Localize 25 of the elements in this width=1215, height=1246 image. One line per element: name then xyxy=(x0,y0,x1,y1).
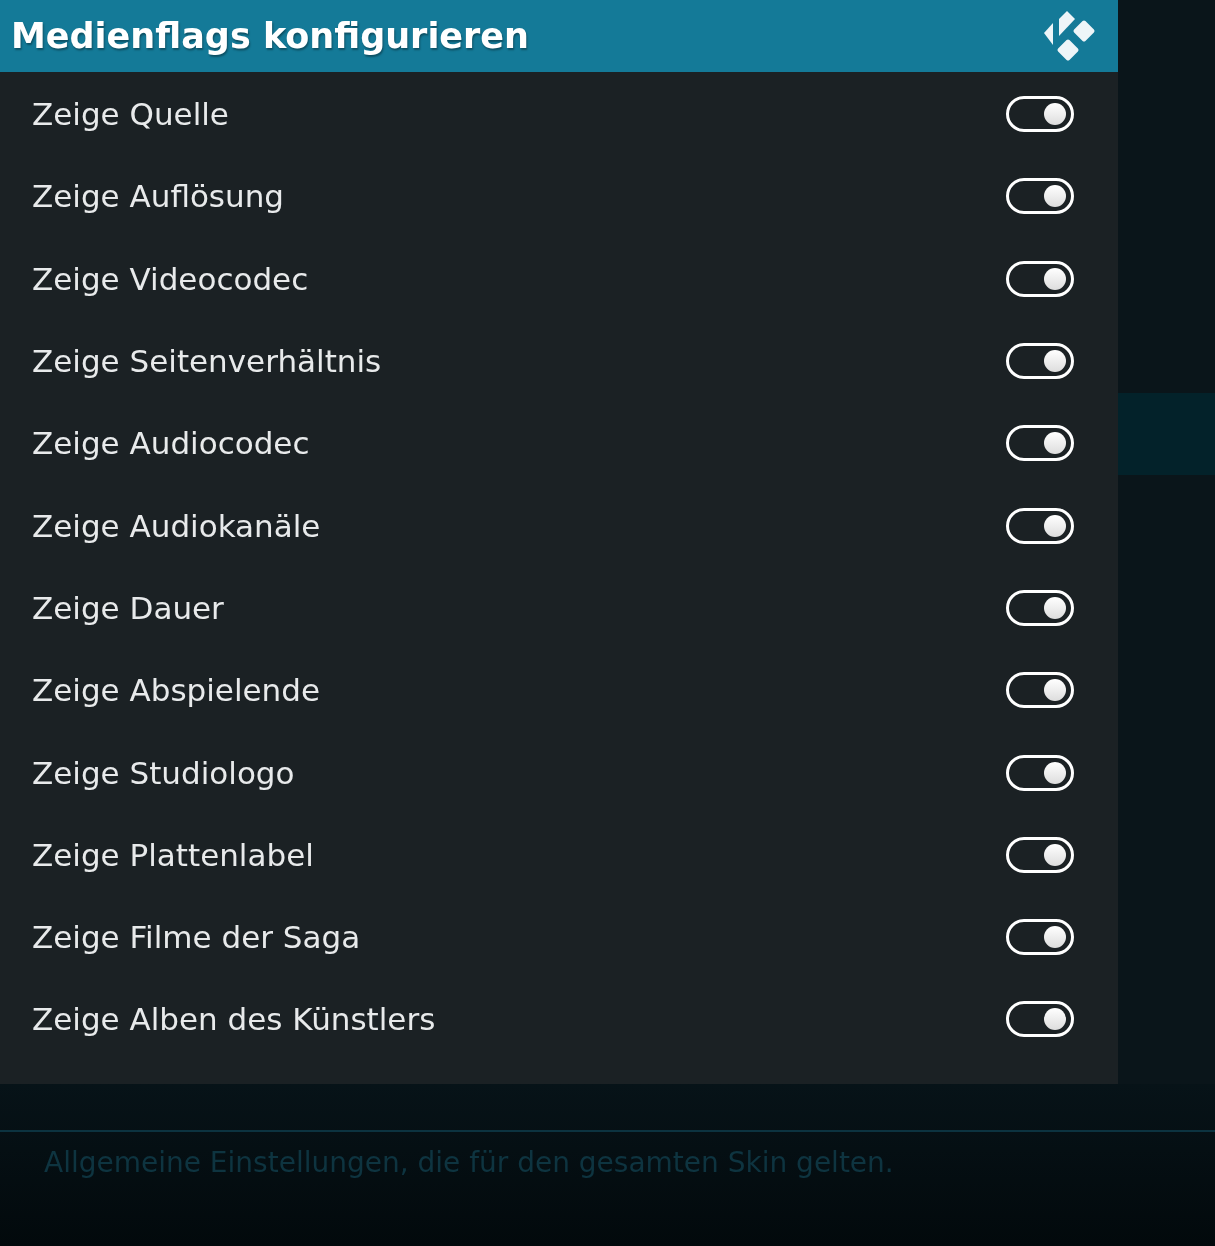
setting-label: Zeige Videocodec xyxy=(32,260,309,297)
setting-label: Zeige Alben des Künstlers xyxy=(32,1001,436,1038)
toggle-switch[interactable] xyxy=(1006,96,1074,133)
setting-label: Zeige Quelle xyxy=(32,96,229,133)
toggle-switch[interactable] xyxy=(1006,754,1074,791)
toggle-switch[interactable] xyxy=(1006,425,1074,462)
setting-label: Zeige Auflösung xyxy=(32,178,284,215)
setting-label: Zeige Abspielende xyxy=(32,672,320,709)
toggle-switch[interactable] xyxy=(1006,672,1074,709)
toggle-switch[interactable] xyxy=(1006,589,1074,626)
toggle-switch[interactable] xyxy=(1006,1001,1074,1038)
toggle-switch[interactable] xyxy=(1006,178,1074,215)
setting-label: Zeige Audiokanäle xyxy=(32,507,321,544)
toggle-switch[interactable] xyxy=(1006,343,1074,380)
toggle-switch[interactable] xyxy=(1006,260,1074,297)
dialog-title: Medienflags konfigurieren xyxy=(11,16,530,56)
setting-label: Zeige Studiologo xyxy=(32,754,295,791)
setting-label: Zeige Filme der Saga xyxy=(32,919,361,956)
toggle-switch[interactable] xyxy=(1006,507,1074,544)
setting-label: Zeige Plattenlabel xyxy=(32,836,314,873)
setting-label: Zeige Seitenverhältnis xyxy=(32,343,382,380)
setting-label: Zeige Audiocodec xyxy=(32,425,310,462)
setting-label: Zeige Dauer xyxy=(32,589,224,626)
toggle-switch[interactable] xyxy=(1006,836,1074,873)
toggle-switch[interactable] xyxy=(1006,919,1074,956)
